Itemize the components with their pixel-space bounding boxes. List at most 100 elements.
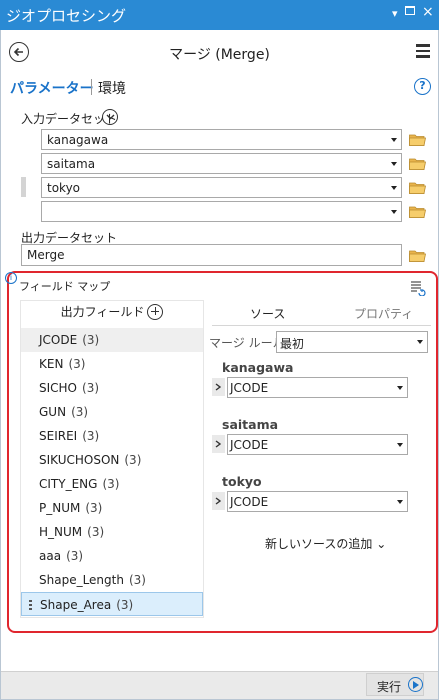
field-map-label: フィールド マップ	[19, 280, 111, 293]
field-name: SICHO	[39, 381, 78, 395]
collapse-chevron-icon[interactable]	[102, 109, 118, 125]
field-row-shape-length[interactable]: Shape_Length (3)	[21, 568, 203, 592]
merge-rule-select[interactable]: 最初	[276, 331, 428, 353]
source-field-value: JCODE	[230, 495, 269, 509]
browse-folder-icon[interactable]	[409, 133, 426, 146]
source-field-select[interactable]: JCODE	[227, 491, 408, 512]
output-dataset-value: Merge	[27, 248, 65, 262]
play-icon	[408, 677, 423, 692]
input-dataset-value: tokyo	[47, 181, 81, 195]
field-row-jcode[interactable]: JCODE (3)	[21, 328, 203, 352]
field-count: (3)	[85, 501, 103, 515]
field-count: (3)	[124, 453, 142, 467]
row-drag-handle[interactable]	[21, 177, 26, 197]
input-dataset-combo-empty[interactable]	[41, 201, 402, 222]
close-icon[interactable]: ×	[422, 4, 434, 20]
expand-chevron-icon[interactable]	[212, 435, 225, 453]
input-dataset-combo[interactable]: kanagawa	[41, 129, 402, 150]
field-row-seirei[interactable]: SEIREI (3)	[21, 424, 203, 448]
source-field-select[interactable]: JCODE	[227, 434, 408, 455]
field-row-gun[interactable]: GUN (3)	[21, 400, 203, 424]
field-detail-tabs: ソース プロパティ	[212, 300, 431, 326]
tab-environments[interactable]: 環境	[98, 78, 126, 98]
tab-parameters[interactable]: パラメーター	[10, 78, 94, 98]
field-count: (3)	[71, 405, 89, 419]
window-titlebar: ジオプロセシング ▾ ×	[0, 0, 439, 30]
output-field-list: JCODE (3) KEN (3) SICHO (3) GUN (3) SEIREI (3…	[21, 328, 203, 616]
field-row-sikuchoson[interactable]: SIKUCHOSON (3)	[21, 448, 203, 472]
tab-properties[interactable]: プロパティ	[354, 305, 413, 322]
expand-chevron-icon[interactable]	[212, 492, 225, 510]
field-row-ken[interactable]: KEN (3)	[21, 352, 203, 376]
chevron-down-icon: ⌄	[376, 537, 387, 551]
field-name: Shape_Length	[39, 573, 124, 587]
field-map-options-icon[interactable]	[410, 280, 426, 296]
field-name: SIKUCHOSON	[39, 453, 120, 467]
dropdown-arrow-icon[interactable]	[391, 162, 397, 166]
add-new-source-link[interactable]: 新しいソースの追加 ⌄	[265, 535, 386, 552]
dropdown-arrow-icon[interactable]	[391, 138, 397, 142]
browse-folder-icon[interactable]	[409, 157, 426, 170]
source-field-value: JCODE	[230, 381, 269, 395]
field-row-h-num[interactable]: H_NUM (3)	[21, 520, 203, 544]
merge-rule-value: 最初	[280, 337, 305, 351]
field-row-city-eng[interactable]: CITY_ENG (3)	[21, 472, 203, 496]
tool-title: マージ (Merge)	[169, 47, 270, 63]
browse-folder-icon[interactable]	[409, 205, 426, 218]
source-name: saitama	[222, 417, 279, 432]
dropdown-arrow-icon[interactable]	[397, 500, 403, 504]
field-name: JCODE	[39, 333, 78, 347]
run-button[interactable]: 実行	[366, 673, 424, 696]
field-name: GUN	[39, 405, 67, 419]
dropdown-arrow-icon[interactable]	[417, 340, 423, 344]
field-name: Shape_Area	[40, 598, 112, 612]
input-dataset-value: kanagawa	[47, 133, 109, 147]
field-count: (3)	[87, 525, 105, 539]
field-count: (3)	[82, 381, 100, 395]
browse-folder-icon[interactable]	[409, 249, 426, 262]
merge-rule-label: マージ ルール	[209, 336, 285, 350]
window-title: ジオプロセシング	[6, 7, 127, 25]
field-count: (3)	[82, 333, 100, 347]
output-fields-header: 出力フィールド	[20, 303, 204, 320]
field-count: (3)	[82, 429, 100, 443]
info-icon[interactable]: i	[5, 272, 17, 284]
run-button-label: 実行	[377, 680, 402, 694]
tool-header: マージ (Merge)	[0, 36, 439, 70]
field-row-sicho[interactable]: SICHO (3)	[21, 376, 203, 400]
field-count: (3)	[116, 598, 134, 612]
drag-grip-icon[interactable]	[29, 600, 32, 612]
field-name: P_NUM	[39, 501, 81, 515]
field-name: H_NUM	[39, 525, 83, 539]
source-field-select[interactable]: JCODE	[227, 377, 408, 398]
dropdown-arrow-icon[interactable]	[397, 443, 403, 447]
field-count: (3)	[68, 357, 86, 371]
source-name: tokyo	[222, 474, 262, 489]
output-dataset-field[interactable]: Merge	[21, 244, 402, 266]
browse-folder-icon[interactable]	[409, 181, 426, 194]
field-row-p-num[interactable]: P_NUM (3)	[21, 496, 203, 520]
field-count: (3)	[128, 573, 146, 587]
input-dataset-combo[interactable]: tokyo	[41, 177, 402, 198]
help-icon[interactable]: ?	[414, 78, 431, 95]
source-name: kanagawa	[222, 360, 294, 375]
expand-chevron-icon[interactable]	[212, 378, 225, 396]
hamburger-menu-icon[interactable]	[416, 44, 430, 58]
add-source-label: 新しいソースの追加	[265, 537, 373, 551]
input-dataset-value: saitama	[47, 157, 96, 171]
pin-dropdown-icon[interactable]: ▾	[392, 7, 398, 20]
tab-source[interactable]: ソース	[250, 305, 285, 322]
input-dataset-combo[interactable]: saitama	[41, 153, 402, 174]
field-row-shape-area[interactable]: Shape_Area (3)	[21, 592, 203, 616]
output-fields-label: 出力フィールド	[60, 305, 145, 319]
dropdown-arrow-icon[interactable]	[391, 210, 397, 214]
dropdown-arrow-icon[interactable]	[391, 186, 397, 190]
add-field-icon[interactable]	[147, 303, 164, 320]
field-row-aaa[interactable]: aaa (3)	[21, 544, 203, 568]
restore-icon[interactable]	[405, 6, 415, 15]
field-name: SEIREI	[39, 429, 78, 443]
field-count: (3)	[102, 477, 120, 491]
dropdown-arrow-icon[interactable]	[397, 386, 403, 390]
field-count: (3)	[66, 549, 84, 563]
tab-divider	[91, 79, 92, 95]
